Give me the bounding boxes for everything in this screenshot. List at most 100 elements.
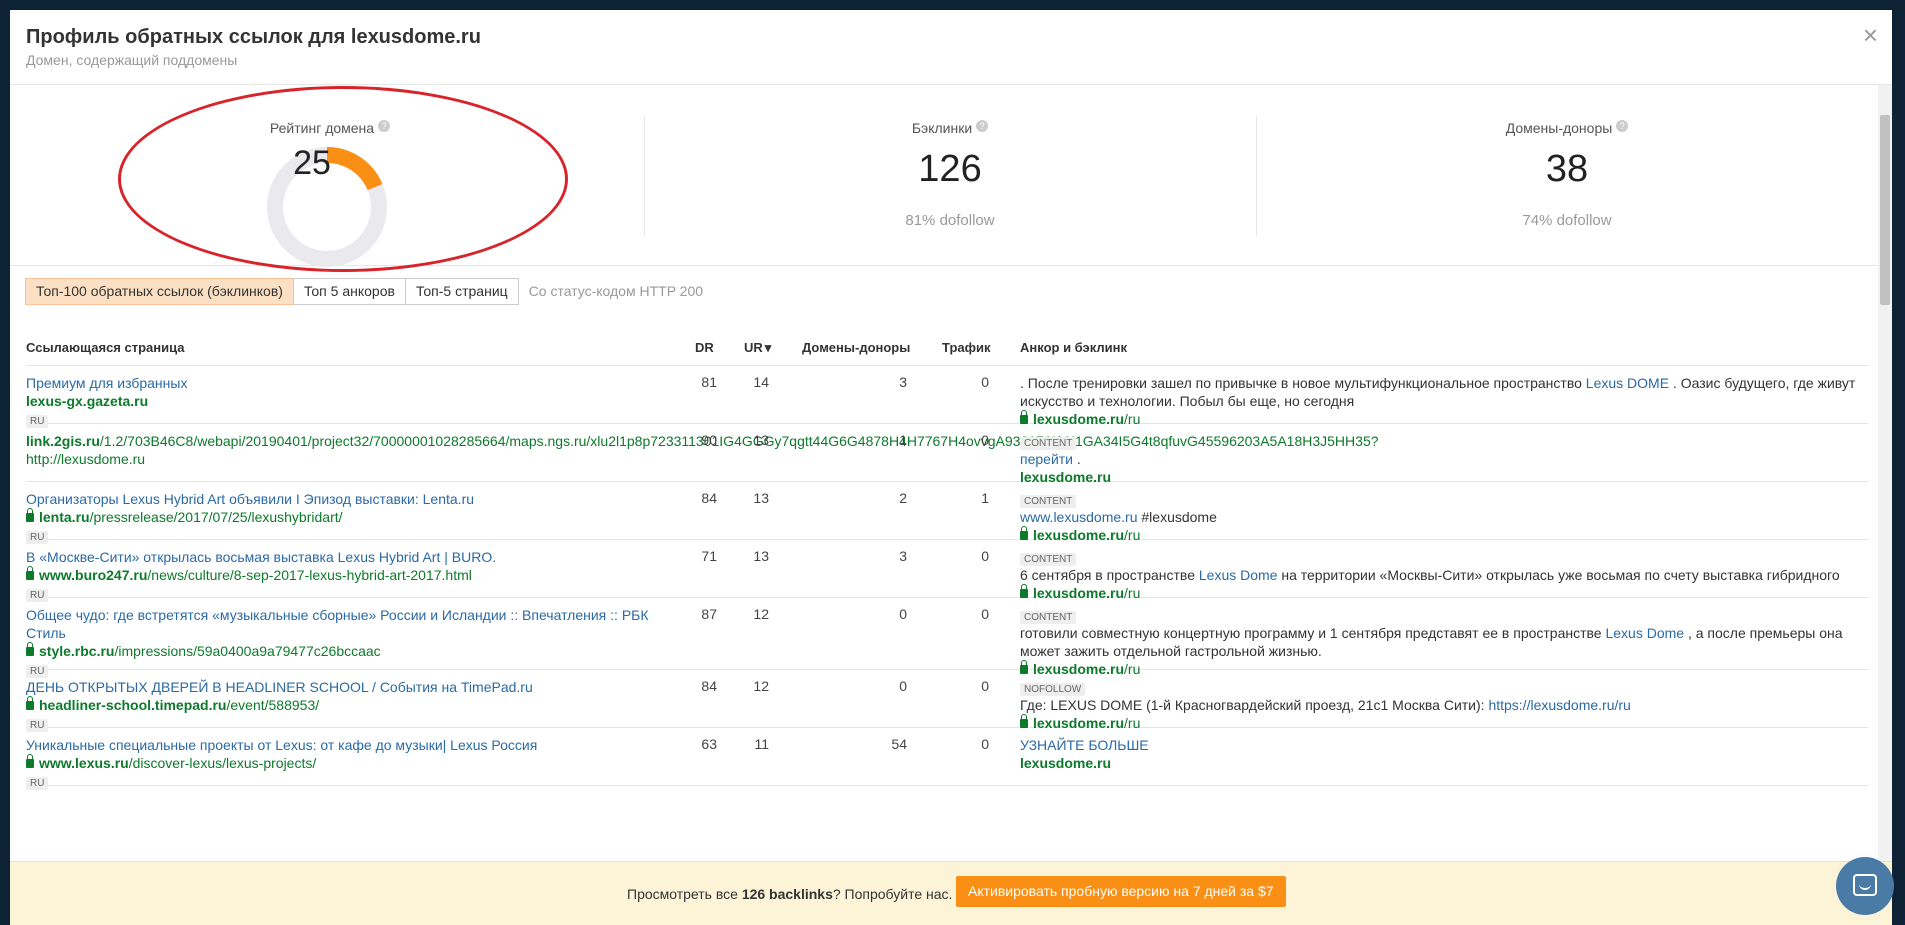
donor-domains-value: 1 — [899, 432, 907, 448]
anchor-link[interactable]: Lexus Dome — [1199, 567, 1278, 583]
referring-page-title-link[interactable]: Организаторы Lexus Hybrid Art объявили I… — [26, 491, 474, 507]
header-dr[interactable]: DR — [695, 340, 714, 355]
lock-icon — [1020, 410, 1028, 424]
anchor-backlink-cell: CONTENT www.lexusdome.ru #lexusdome lexusd… — [1020, 490, 1858, 544]
anchor-link[interactable]: Lexus Dome — [1605, 625, 1684, 641]
donor-domains-dofollow: 74% dofollow — [1522, 212, 1612, 229]
ur-value: 13 — [753, 490, 769, 506]
referring-url-link[interactable]: headliner-school.timepad.ru/event/588953… — [39, 697, 319, 713]
dr-value: 90 — [701, 432, 717, 448]
tab-top-5-anchors[interactable]: Топ 5 анкоров — [292, 278, 406, 305]
referring-page-title-link[interactable]: Премиум для избранных — [26, 375, 187, 391]
traffic-value: 0 — [981, 432, 989, 448]
referring-domain: www.lexus.ru — [39, 755, 129, 771]
referring-url-link[interactable]: www.lexus.ru/discover-lexus/lexus-projec… — [39, 755, 316, 771]
scrollbar[interactable] — [1878, 85, 1892, 925]
anchor-link[interactable]: перейти — [1020, 451, 1073, 467]
backlinks-stat: Бэклинки? 126 81% dofollow — [644, 86, 1256, 266]
referring-domain: headliner-school.timepad.ru — [39, 697, 227, 713]
dr-value: 84 — [701, 490, 717, 506]
referring-path: /news/culture/8-sep-2017-lexus-hybrid-ar… — [147, 567, 472, 583]
language-badge: RU — [26, 777, 49, 790]
stats-panel: Рейтинг домена? 25 Бэклинки? 126 81% dof… — [10, 86, 1878, 272]
target-url-link[interactable]: lexusdome.ru — [1020, 755, 1111, 771]
lock-icon — [26, 642, 34, 656]
tab-top-5-pages[interactable]: Топ-5 страниц — [404, 278, 519, 305]
lock-icon — [26, 566, 34, 580]
table-body: Премиум для избранных lexus-gx.gazeta.ru R… — [26, 366, 1868, 790]
header-donors[interactable]: Домены-доноры — [802, 340, 910, 355]
lock-icon — [26, 508, 34, 522]
referring-path: /event/588953/ — [226, 697, 320, 713]
anchor-backlink-cell: УЗНАЙТЕ БОЛЬШЕ lexusdome.ru — [1020, 736, 1858, 772]
ur-value: 13 — [753, 548, 769, 564]
referring-page-title-link[interactable]: Общее чудо: где встретятся «музыкальные … — [26, 607, 649, 641]
referring-page-title-link[interactable]: В «Москве-Сити» открылась восьмая выстав… — [26, 549, 496, 565]
anchor-backlink-cell: CONTENT перейти . lexusdome.ru — [1020, 432, 1858, 486]
referring-url-link[interactable]: style.rbc.ru/impressions/59a0400a9a79477… — [39, 643, 381, 659]
referring-page-title-link[interactable]: Уникальные специальные проекты от Lexus:… — [26, 737, 537, 753]
chat-launcher-button[interactable] — [1836, 857, 1894, 915]
lock-icon — [1020, 584, 1028, 598]
link-type-badge: CONTENT — [1020, 495, 1077, 508]
table-row: link.2gis.ru/1.2/703B46C8/webapi/2019040… — [26, 424, 1868, 485]
dr-value: 81 — [701, 374, 717, 390]
table-row: Премиум для избранных lexus-gx.gazeta.ru R… — [26, 366, 1868, 428]
header-ur-label: UR — [744, 340, 763, 355]
traffic-value: 0 — [981, 678, 989, 694]
anchor-backlink-cell: CONTENT готовили совместную концертную пр… — [1020, 606, 1858, 678]
tab-top-100-backlinks[interactable]: Топ-100 обратных ссылок (бэклинков) — [25, 278, 294, 305]
anchor-text-post: . — [1073, 451, 1081, 467]
backlink-profile-modal: Профиль обратных ссылок для lexusdome.ru… — [10, 10, 1892, 925]
status-code-note: Со статус-кодом HTTP 200 — [528, 283, 704, 299]
donor-domains-value: 0 — [899, 678, 907, 694]
link-type-badge: NOFOLLOW — [1020, 683, 1086, 696]
anchor-link[interactable]: УЗНАЙТЕ БОЛЬШЕ — [1020, 737, 1149, 753]
referring-page-cell: ДЕНЬ ОТКРЫТЫХ ДВЕРЕЙ В HEADLINER SCHOOL … — [26, 678, 656, 732]
backlinks-label: Бэклинки — [911, 120, 973, 136]
referring-page-cell: В «Москве-Сити» открылась восьмая выстав… — [26, 548, 656, 602]
backlinks-label-wrap: Бэклинки? — [644, 120, 1256, 136]
chat-icon — [1853, 874, 1877, 896]
traffic-value: 0 — [981, 548, 989, 564]
modal-header: Профиль обратных ссылок для lexusdome.ru… — [10, 10, 1892, 85]
donor-domains-label-wrap: Домены-доноры? — [1256, 120, 1878, 136]
traffic-value: 0 — [981, 374, 989, 390]
table-header: Ссылающаяся страница DR UR ▾ Домены-донор… — [26, 328, 1868, 366]
backlinks-value: 126 — [918, 148, 982, 190]
red-highlight-ellipse — [118, 86, 568, 272]
header-page[interactable]: Ссылающаяся страница — [26, 340, 185, 355]
referring-domain: lenta.ru — [39, 509, 90, 525]
referring-page-title-link[interactable]: ДЕНЬ ОТКРЫТЫХ ДВЕРЕЙ В HEADLINER SCHOOL … — [26, 679, 533, 695]
tabs-bar: Топ-100 обратных ссылок (бэклинков) Топ … — [25, 278, 704, 305]
ur-value: 12 — [753, 606, 769, 622]
referring-url-link[interactable]: www.buro247.ru/news/culture/8-sep-2017-l… — [39, 567, 472, 583]
header-anchor[interactable]: Анкор и бэклинк — [1020, 340, 1127, 355]
link-type-badge: CONTENT — [1020, 437, 1077, 450]
header-ur[interactable]: UR ▾ — [744, 340, 771, 356]
referring-url-link[interactable]: lexus-gx.gazeta.ru — [26, 393, 148, 409]
anchor-link[interactable]: https://lexusdome.ru/ru — [1488, 697, 1630, 713]
header-traffic[interactable]: Трафик — [942, 340, 991, 355]
traffic-value: 1 — [981, 490, 989, 506]
activate-trial-button[interactable]: Активировать пробную версию на 7 дней за… — [956, 876, 1286, 907]
referring-url-link[interactable]: lenta.ru/pressrelease/2017/07/25/lexushy… — [39, 509, 343, 525]
link-type-badge: CONTENT — [1020, 553, 1077, 566]
dr-value: 84 — [701, 678, 717, 694]
question-icon[interactable]: ? — [976, 120, 989, 132]
referring-domain: style.rbc.ru — [39, 643, 115, 659]
referring-page-cell: Общее чудо: где встретятся «музыкальные … — [26, 606, 656, 678]
scrollbar-thumb[interactable] — [1880, 115, 1890, 305]
lock-icon — [26, 754, 34, 768]
lock-icon — [1020, 526, 1028, 540]
anchor-link[interactable]: Lexus DOME — [1586, 375, 1669, 391]
lock-icon — [26, 696, 34, 710]
close-icon[interactable]: × — [1863, 22, 1878, 48]
donor-domains-value: 3 — [899, 548, 907, 564]
upsell-text-bold: 126 backlinks — [741, 886, 833, 902]
lock-icon — [1020, 714, 1028, 728]
question-icon[interactable]: ? — [1616, 120, 1629, 132]
anchor-link[interactable]: www.lexusdome.ru — [1020, 509, 1138, 525]
donor-domains-value: 2 — [899, 490, 907, 506]
donor-domains-stat: Домены-доноры? 38 74% dofollow — [1256, 86, 1878, 266]
